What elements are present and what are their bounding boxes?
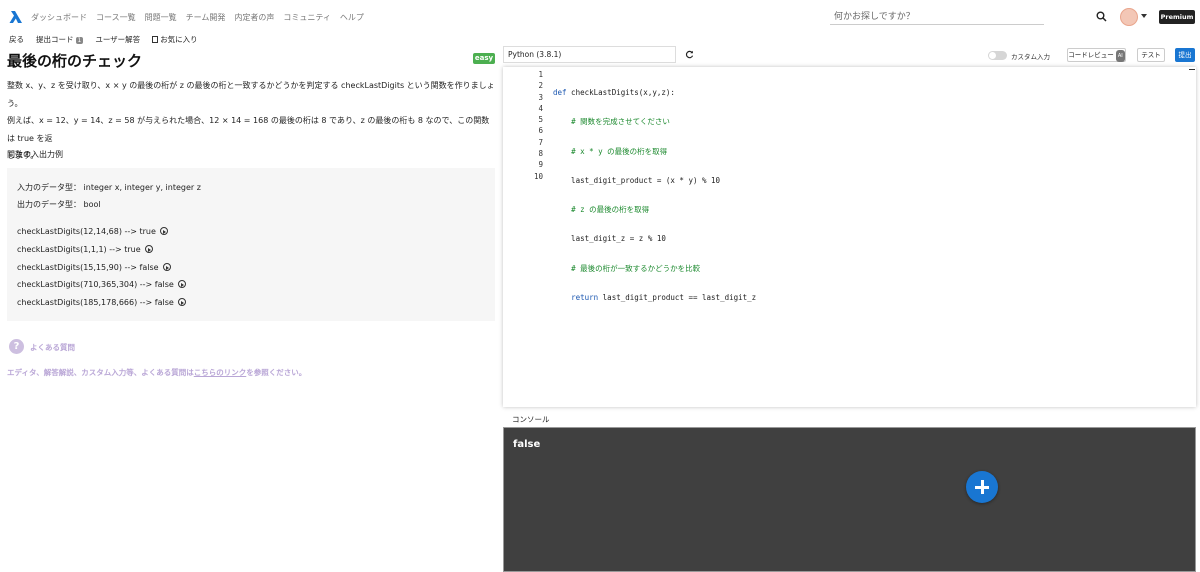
nav-testimonials[interactable]: 内定者の声 bbox=[234, 12, 274, 23]
input-type: 入力のデータ型： integer x, integer y, integer z bbox=[17, 183, 201, 192]
example-text: checkLastDigits(185,178,666) --> false bbox=[17, 298, 174, 307]
custom-input-label: カスタム入力 bbox=[1011, 53, 1050, 61]
play-icon[interactable] bbox=[178, 298, 187, 306]
code-content[interactable]: def checkLastDigits(x,y,z): # 関数を完成させてくだ… bbox=[553, 69, 756, 380]
console-panel: false bbox=[503, 427, 1196, 572]
example-item: checkLastDigits(12,14,68) --> true bbox=[17, 227, 169, 236]
code-line: # 最後の桁が一致するかどうかを比較 bbox=[571, 263, 701, 273]
code-line: return last_digit_product == last_digit_… bbox=[571, 293, 757, 303]
nav-problems[interactable]: 問題一覧 bbox=[145, 12, 177, 23]
main-nav: ダッシュボード コース一覧 問題一覧 チーム開発 内定者の声 コミュニティ ヘル… bbox=[31, 12, 364, 23]
io-examples-box: 入力のデータ型： integer x, integer y, integer z… bbox=[7, 168, 495, 321]
example-text: checkLastDigits(15,15,90) --> false bbox=[17, 263, 159, 272]
line-number: 7 bbox=[538, 137, 543, 147]
description-line: 整数 x、y、z を受け取り、x × y の最後の桁が z の最後の桁と一致する… bbox=[7, 81, 495, 108]
faq-note-prefix: エディタ、解答解説、カスタム入力等、よくある質問は bbox=[7, 368, 194, 377]
back-link[interactable]: 戻る bbox=[9, 34, 24, 45]
language-select[interactable]: Python (3.8.1) bbox=[503, 46, 676, 63]
example-text: checkLastDigits(1,1,1) --> true bbox=[17, 245, 141, 254]
faq-note-suffix: を参照ください。 bbox=[246, 368, 307, 377]
line-number: 9 bbox=[538, 160, 543, 170]
code-line: last_digit_z = z % 10 bbox=[553, 234, 666, 244]
problem-title: 最後の桁のチェック bbox=[7, 52, 143, 70]
line-number: 10 bbox=[533, 171, 543, 181]
code-line: last_digit_product = (x * y) % 10 bbox=[553, 175, 721, 185]
code-line: # 関数を完成させてください bbox=[571, 117, 670, 127]
top-navbar: ダッシュボード コース一覧 問題一覧 チーム開発 内定者の声 コミュニティ ヘル… bbox=[0, 0, 1200, 32]
add-icon[interactable] bbox=[966, 471, 998, 503]
code-line: def checkLastDigits(x,y,z): bbox=[553, 88, 675, 97]
code-editor[interactable]: 1 2 3 4 5 6 7 8 9 10 def checkLastDigits… bbox=[503, 67, 1196, 407]
reset-icon[interactable] bbox=[685, 50, 694, 59]
line-number: 1 bbox=[538, 70, 543, 79]
code-line: # x * y の最後の桁を取得 bbox=[571, 146, 668, 156]
line-number: 4 bbox=[538, 103, 543, 113]
play-icon[interactable] bbox=[163, 263, 172, 271]
line-number: 2 bbox=[538, 81, 543, 91]
line-number: 5 bbox=[538, 115, 543, 125]
nav-courses[interactable]: コース一覧 bbox=[96, 12, 136, 23]
nav-dashboard[interactable]: ダッシュボード bbox=[31, 12, 87, 23]
code-line: # z の最後の桁を取得 bbox=[571, 205, 650, 215]
description-line: します。 bbox=[7, 151, 39, 160]
submitted-code-link[interactable]: 提出コード 1 bbox=[36, 34, 84, 45]
favorite-button[interactable]: お気に入り bbox=[152, 34, 198, 45]
line-number: 6 bbox=[538, 126, 543, 136]
line-numbers: 1 2 3 4 5 6 7 8 9 10 bbox=[503, 69, 543, 182]
difficulty-badge: easy bbox=[473, 53, 495, 64]
search-icon[interactable] bbox=[1096, 11, 1107, 22]
faq-note: エディタ、解答解説、カスタム入力等、よくある質問はこちらのリンクを参照ください。 bbox=[7, 367, 306, 378]
console-label: コンソール bbox=[512, 415, 550, 424]
output-type: 出力のデータ型： bool bbox=[17, 200, 101, 209]
example-text: checkLastDigits(710,365,304) --> false bbox=[17, 280, 174, 289]
example-item: checkLastDigits(710,365,304) --> false bbox=[17, 280, 187, 289]
favorite-label: お気に入り bbox=[160, 35, 198, 44]
play-icon[interactable] bbox=[145, 245, 154, 253]
nav-team-dev[interactable]: チーム開発 bbox=[186, 12, 226, 23]
custom-input-toggle[interactable] bbox=[988, 51, 1007, 60]
example-item: checkLastDigits(185,178,666) --> false bbox=[17, 298, 187, 307]
faq-link[interactable]: こちらのリンク bbox=[194, 368, 247, 377]
user-answers-link[interactable]: ユーザー解答 bbox=[95, 34, 140, 45]
test-button[interactable]: テスト bbox=[1137, 48, 1165, 62]
description-line: 例えば、x = 12、y = 14、z = 58 が与えられた場合、12 × 1… bbox=[7, 116, 490, 143]
code-review-button[interactable]: コードレビュー AI bbox=[1067, 48, 1126, 62]
play-icon[interactable] bbox=[160, 227, 169, 235]
question-icon: ? bbox=[9, 339, 24, 354]
nav-community[interactable]: コミュニティ bbox=[283, 12, 331, 23]
avatar[interactable] bbox=[1120, 8, 1138, 26]
nav-help[interactable]: ヘルプ bbox=[340, 12, 364, 23]
example-text: checkLastDigits(12,14,68) --> true bbox=[17, 227, 156, 236]
premium-badge[interactable]: Premium bbox=[1159, 10, 1195, 24]
console-output: false bbox=[513, 439, 541, 450]
editor-scroll-indicator[interactable] bbox=[1189, 69, 1195, 70]
code-review-label: コードレビュー bbox=[1068, 51, 1114, 59]
bookmark-icon bbox=[152, 36, 159, 43]
problem-description: 整数 x、y、z を受け取り、x × y の最後の桁が z の最後の桁と一致する… bbox=[7, 77, 497, 165]
problem-subnav: 戻る 提出コード 1 ユーザー解答 お気に入り bbox=[9, 34, 198, 45]
example-item: checkLastDigits(15,15,90) --> false bbox=[17, 263, 172, 272]
search-input[interactable] bbox=[830, 9, 1044, 25]
line-number: 8 bbox=[538, 149, 543, 159]
logo-icon[interactable] bbox=[9, 10, 23, 24]
chevron-down-icon[interactable] bbox=[1141, 14, 1147, 18]
line-number: 3 bbox=[538, 92, 543, 102]
io-heading: 関数の入出力例 bbox=[7, 150, 63, 159]
submitted-count-badge: 1 bbox=[75, 37, 84, 44]
example-item: checkLastDigits(1,1,1) --> true bbox=[17, 245, 154, 254]
play-icon[interactable] bbox=[178, 280, 187, 288]
submit-button[interactable]: 提出 bbox=[1175, 48, 1195, 62]
faq-label[interactable]: よくある質問 bbox=[30, 342, 75, 353]
submitted-code-label: 提出コード bbox=[36, 35, 74, 44]
ai-badge: AI bbox=[1115, 50, 1125, 62]
